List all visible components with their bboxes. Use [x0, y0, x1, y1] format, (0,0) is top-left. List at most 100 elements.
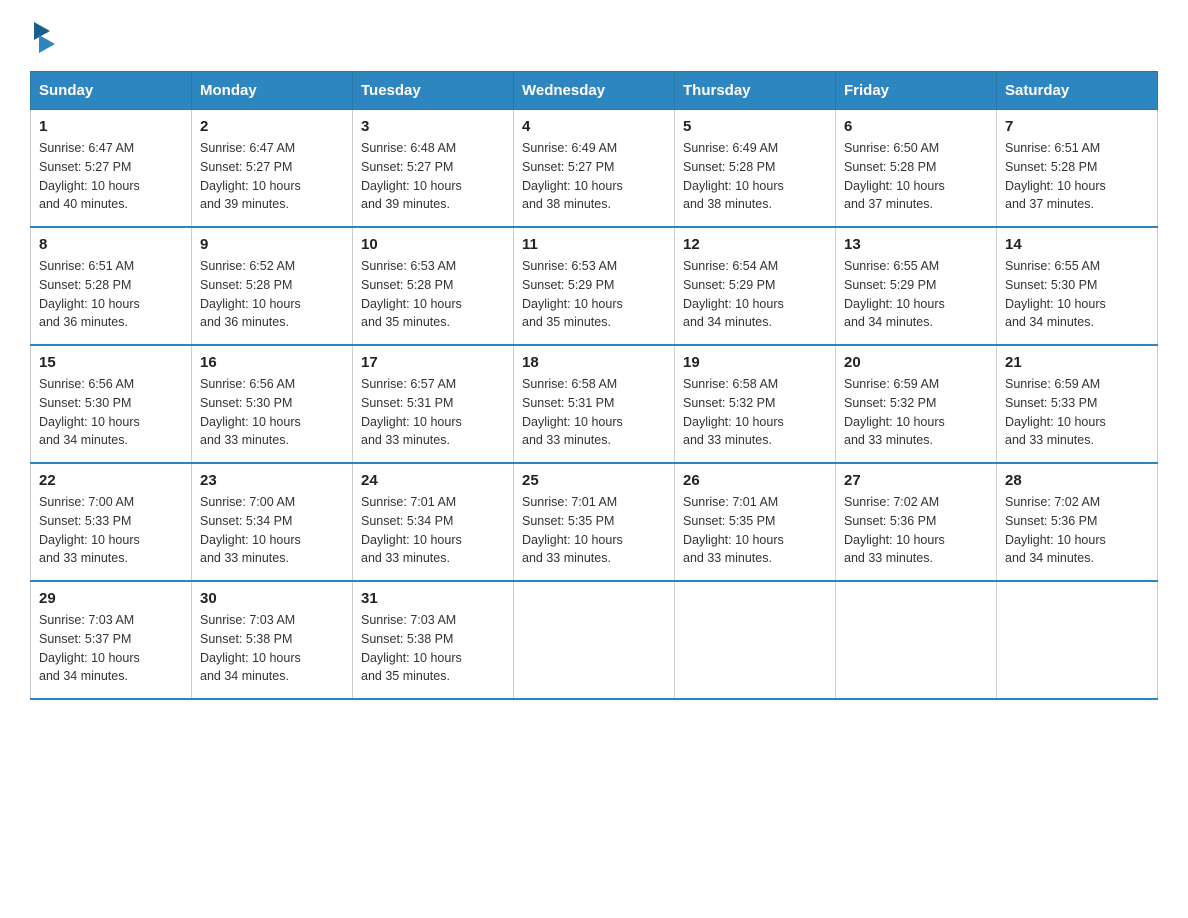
day-info: Sunrise: 7:02 AM Sunset: 5:36 PM Dayligh… [1005, 493, 1149, 568]
calendar-table: SundayMondayTuesdayWednesdayThursdayFrid… [30, 71, 1158, 700]
day-number: 16 [200, 354, 344, 371]
page-header [30, 20, 1158, 51]
day-number: 12 [683, 236, 827, 253]
day-info: Sunrise: 7:01 AM Sunset: 5:35 PM Dayligh… [522, 493, 666, 568]
day-info: Sunrise: 6:57 AM Sunset: 5:31 PM Dayligh… [361, 375, 505, 450]
calendar-cell: 28 Sunrise: 7:02 AM Sunset: 5:36 PM Dayl… [997, 463, 1158, 581]
calendar-cell [675, 581, 836, 699]
calendar-cell: 29 Sunrise: 7:03 AM Sunset: 5:37 PM Dayl… [31, 581, 192, 699]
calendar-cell: 5 Sunrise: 6:49 AM Sunset: 5:28 PM Dayli… [675, 110, 836, 228]
day-number: 31 [361, 590, 505, 607]
day-info: Sunrise: 6:52 AM Sunset: 5:28 PM Dayligh… [200, 257, 344, 332]
day-info: Sunrise: 7:03 AM Sunset: 5:38 PM Dayligh… [361, 611, 505, 686]
calendar-cell: 30 Sunrise: 7:03 AM Sunset: 5:38 PM Dayl… [192, 581, 353, 699]
day-info: Sunrise: 6:47 AM Sunset: 5:27 PM Dayligh… [200, 139, 344, 214]
day-number: 11 [522, 236, 666, 253]
calendar-cell: 15 Sunrise: 6:56 AM Sunset: 5:30 PM Dayl… [31, 345, 192, 463]
header-friday: Friday [836, 72, 997, 110]
day-info: Sunrise: 6:53 AM Sunset: 5:28 PM Dayligh… [361, 257, 505, 332]
day-number: 3 [361, 118, 505, 135]
day-info: Sunrise: 7:01 AM Sunset: 5:35 PM Dayligh… [683, 493, 827, 568]
day-info: Sunrise: 6:51 AM Sunset: 5:28 PM Dayligh… [1005, 139, 1149, 214]
day-info: Sunrise: 6:53 AM Sunset: 5:29 PM Dayligh… [522, 257, 666, 332]
day-info: Sunrise: 6:47 AM Sunset: 5:27 PM Dayligh… [39, 139, 183, 214]
day-number: 1 [39, 118, 183, 135]
calendar-cell: 17 Sunrise: 6:57 AM Sunset: 5:31 PM Dayl… [353, 345, 514, 463]
calendar-header-row: SundayMondayTuesdayWednesdayThursdayFrid… [31, 72, 1158, 110]
day-number: 28 [1005, 472, 1149, 489]
calendar-cell: 9 Sunrise: 6:52 AM Sunset: 5:28 PM Dayli… [192, 227, 353, 345]
calendar-cell: 4 Sunrise: 6:49 AM Sunset: 5:27 PM Dayli… [514, 110, 675, 228]
day-number: 13 [844, 236, 988, 253]
day-number: 18 [522, 354, 666, 371]
day-info: Sunrise: 6:59 AM Sunset: 5:33 PM Dayligh… [1005, 375, 1149, 450]
day-info: Sunrise: 7:03 AM Sunset: 5:38 PM Dayligh… [200, 611, 344, 686]
day-number: 21 [1005, 354, 1149, 371]
day-number: 5 [683, 118, 827, 135]
calendar-cell: 18 Sunrise: 6:58 AM Sunset: 5:31 PM Dayl… [514, 345, 675, 463]
calendar-cell: 7 Sunrise: 6:51 AM Sunset: 5:28 PM Dayli… [997, 110, 1158, 228]
day-number: 25 [522, 472, 666, 489]
day-number: 29 [39, 590, 183, 607]
calendar-cell: 16 Sunrise: 6:56 AM Sunset: 5:30 PM Dayl… [192, 345, 353, 463]
calendar-week-row: 22 Sunrise: 7:00 AM Sunset: 5:33 PM Dayl… [31, 463, 1158, 581]
header-monday: Monday [192, 72, 353, 110]
calendar-cell: 22 Sunrise: 7:00 AM Sunset: 5:33 PM Dayl… [31, 463, 192, 581]
day-number: 14 [1005, 236, 1149, 253]
calendar-cell: 11 Sunrise: 6:53 AM Sunset: 5:29 PM Dayl… [514, 227, 675, 345]
header-saturday: Saturday [997, 72, 1158, 110]
calendar-week-row: 8 Sunrise: 6:51 AM Sunset: 5:28 PM Dayli… [31, 227, 1158, 345]
day-info: Sunrise: 6:59 AM Sunset: 5:32 PM Dayligh… [844, 375, 988, 450]
calendar-cell: 20 Sunrise: 6:59 AM Sunset: 5:32 PM Dayl… [836, 345, 997, 463]
day-info: Sunrise: 7:01 AM Sunset: 5:34 PM Dayligh… [361, 493, 505, 568]
calendar-cell: 31 Sunrise: 7:03 AM Sunset: 5:38 PM Dayl… [353, 581, 514, 699]
day-info: Sunrise: 6:58 AM Sunset: 5:31 PM Dayligh… [522, 375, 666, 450]
calendar-cell: 3 Sunrise: 6:48 AM Sunset: 5:27 PM Dayli… [353, 110, 514, 228]
calendar-cell: 13 Sunrise: 6:55 AM Sunset: 5:29 PM Dayl… [836, 227, 997, 345]
day-info: Sunrise: 6:48 AM Sunset: 5:27 PM Dayligh… [361, 139, 505, 214]
day-info: Sunrise: 7:00 AM Sunset: 5:34 PM Dayligh… [200, 493, 344, 568]
day-number: 7 [1005, 118, 1149, 135]
day-number: 26 [683, 472, 827, 489]
day-number: 10 [361, 236, 505, 253]
day-number: 2 [200, 118, 344, 135]
calendar-week-row: 15 Sunrise: 6:56 AM Sunset: 5:30 PM Dayl… [31, 345, 1158, 463]
calendar-week-row: 1 Sunrise: 6:47 AM Sunset: 5:27 PM Dayli… [31, 110, 1158, 228]
calendar-cell: 10 Sunrise: 6:53 AM Sunset: 5:28 PM Dayl… [353, 227, 514, 345]
day-number: 4 [522, 118, 666, 135]
day-info: Sunrise: 6:50 AM Sunset: 5:28 PM Dayligh… [844, 139, 988, 214]
day-number: 15 [39, 354, 183, 371]
calendar-cell: 14 Sunrise: 6:55 AM Sunset: 5:30 PM Dayl… [997, 227, 1158, 345]
logo [30, 20, 55, 51]
day-number: 23 [200, 472, 344, 489]
calendar-cell: 23 Sunrise: 7:00 AM Sunset: 5:34 PM Dayl… [192, 463, 353, 581]
calendar-cell: 2 Sunrise: 6:47 AM Sunset: 5:27 PM Dayli… [192, 110, 353, 228]
day-number: 8 [39, 236, 183, 253]
day-number: 30 [200, 590, 344, 607]
header-sunday: Sunday [31, 72, 192, 110]
day-info: Sunrise: 6:58 AM Sunset: 5:32 PM Dayligh… [683, 375, 827, 450]
calendar-cell: 26 Sunrise: 7:01 AM Sunset: 5:35 PM Dayl… [675, 463, 836, 581]
calendar-cell: 21 Sunrise: 6:59 AM Sunset: 5:33 PM Dayl… [997, 345, 1158, 463]
calendar-cell [836, 581, 997, 699]
calendar-cell: 6 Sunrise: 6:50 AM Sunset: 5:28 PM Dayli… [836, 110, 997, 228]
day-info: Sunrise: 6:51 AM Sunset: 5:28 PM Dayligh… [39, 257, 183, 332]
calendar-cell: 19 Sunrise: 6:58 AM Sunset: 5:32 PM Dayl… [675, 345, 836, 463]
calendar-cell: 8 Sunrise: 6:51 AM Sunset: 5:28 PM Dayli… [31, 227, 192, 345]
header-wednesday: Wednesday [514, 72, 675, 110]
day-number: 27 [844, 472, 988, 489]
day-info: Sunrise: 6:49 AM Sunset: 5:28 PM Dayligh… [683, 139, 827, 214]
calendar-cell: 24 Sunrise: 7:01 AM Sunset: 5:34 PM Dayl… [353, 463, 514, 581]
day-info: Sunrise: 6:49 AM Sunset: 5:27 PM Dayligh… [522, 139, 666, 214]
day-info: Sunrise: 7:02 AM Sunset: 5:36 PM Dayligh… [844, 493, 988, 568]
calendar-cell: 1 Sunrise: 6:47 AM Sunset: 5:27 PM Dayli… [31, 110, 192, 228]
day-info: Sunrise: 6:56 AM Sunset: 5:30 PM Dayligh… [200, 375, 344, 450]
day-number: 24 [361, 472, 505, 489]
day-number: 9 [200, 236, 344, 253]
day-number: 19 [683, 354, 827, 371]
day-info: Sunrise: 7:03 AM Sunset: 5:37 PM Dayligh… [39, 611, 183, 686]
day-info: Sunrise: 7:00 AM Sunset: 5:33 PM Dayligh… [39, 493, 183, 568]
calendar-cell [514, 581, 675, 699]
day-info: Sunrise: 6:55 AM Sunset: 5:29 PM Dayligh… [844, 257, 988, 332]
day-number: 17 [361, 354, 505, 371]
